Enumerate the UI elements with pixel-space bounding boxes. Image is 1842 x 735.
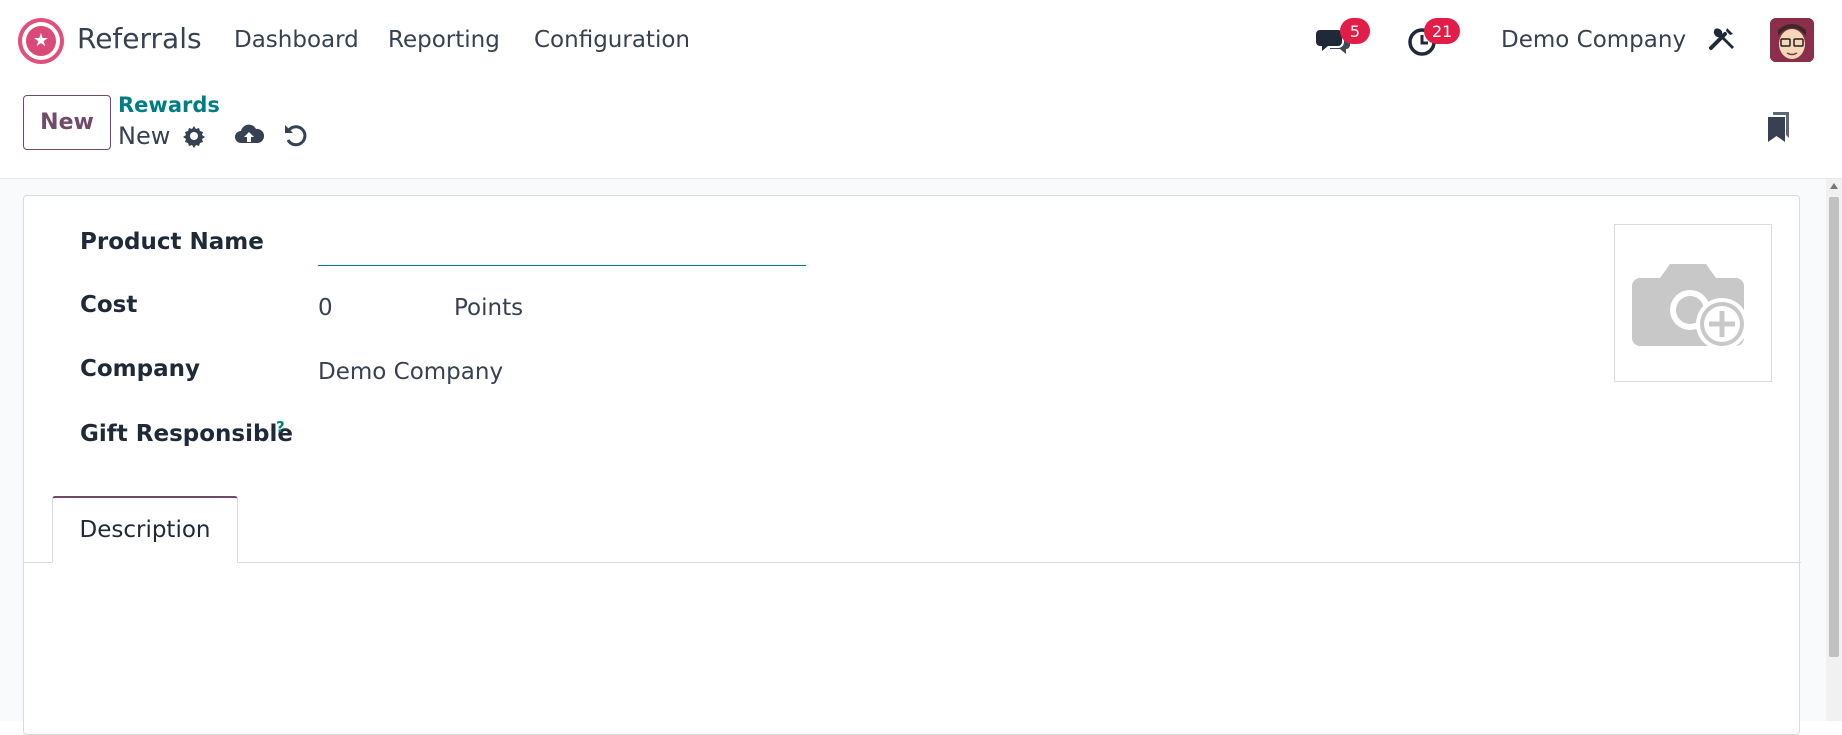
- scroll-up-arrow-icon[interactable]: [1830, 183, 1838, 189]
- tools-icon[interactable]: [1707, 24, 1737, 54]
- help-tooltip-icon[interactable]: ?: [276, 418, 285, 436]
- bookmark-icon[interactable]: [1765, 110, 1793, 144]
- gift-responsible-label: Gift Responsible: [80, 421, 293, 447]
- menu-dashboard[interactable]: Dashboard: [234, 27, 359, 53]
- save-cloud-icon[interactable]: [234, 121, 265, 149]
- menu-configuration[interactable]: Configuration: [534, 27, 690, 53]
- messages-count-badge: 5: [1340, 18, 1370, 44]
- cost-label: Cost: [80, 292, 138, 318]
- new-button[interactable]: New: [23, 95, 111, 150]
- breadcrumb-rewards[interactable]: Rewards: [118, 93, 220, 117]
- cost-unit: Points: [454, 295, 524, 321]
- product-name-label: Product Name: [80, 229, 264, 255]
- page-scrollbar[interactable]: [1826, 179, 1842, 721]
- top-navbar: ★ Referrals Dashboard Reporting Configur…: [0, 0, 1842, 80]
- app-name[interactable]: Referrals: [77, 22, 202, 55]
- discard-undo-icon[interactable]: [283, 121, 309, 149]
- camera-add-icon: [1632, 264, 1748, 350]
- company-label: Company: [80, 356, 200, 382]
- breadcrumb-current: New: [118, 122, 171, 150]
- cost-input[interactable]: 0: [318, 295, 333, 321]
- menu-reporting[interactable]: Reporting: [388, 27, 500, 53]
- referrals-app-icon[interactable]: ★: [18, 18, 64, 64]
- scrollbar-thumb[interactable]: [1829, 197, 1839, 657]
- form-sheet: Product Name Cost 0 Points Company Demo …: [23, 195, 1801, 735]
- company-switcher[interactable]: Demo Company: [1501, 27, 1686, 53]
- tab-description[interactable]: Description: [52, 496, 238, 563]
- product-name-input[interactable]: [318, 232, 806, 266]
- company-field[interactable]: Demo Company: [318, 359, 503, 385]
- user-avatar[interactable]: [1770, 18, 1814, 62]
- gear-icon[interactable]: [182, 124, 206, 148]
- activities-count-badge: 21: [1424, 18, 1461, 44]
- tabs-divider: [24, 562, 1801, 563]
- product-image-upload[interactable]: [1614, 224, 1772, 382]
